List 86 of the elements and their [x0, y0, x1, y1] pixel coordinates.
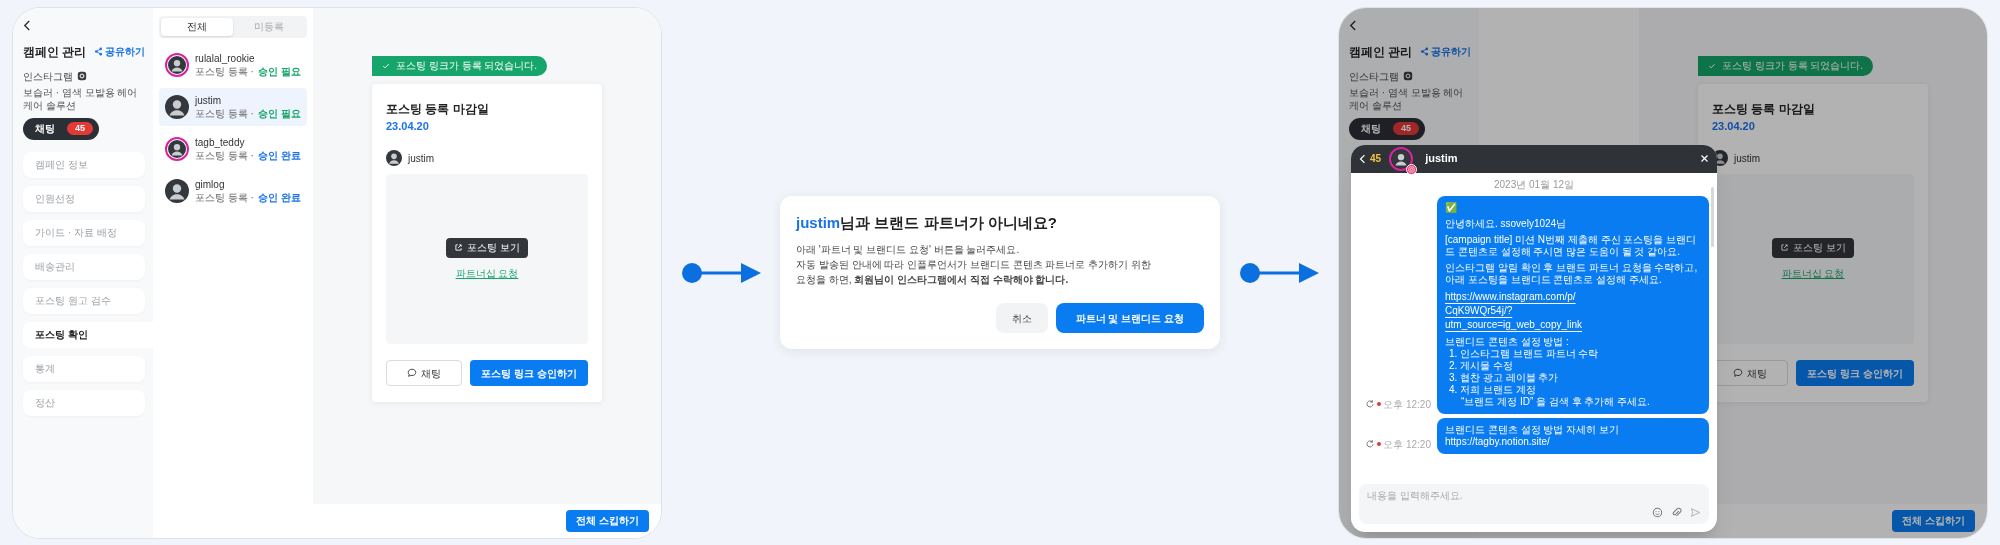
toast-message: 포스팅 링크가 등록 되었습니다.: [1722, 59, 1864, 73]
influencer-name: tagb_teddy: [195, 135, 246, 149]
user-name: justim: [408, 151, 435, 166]
back-button[interactable]: 45: [1359, 151, 1382, 166]
card-title: 포스팅 등록 마감일: [1712, 100, 1816, 118]
page-title: 캠페인 관리: [1349, 43, 1413, 61]
avatar: [1389, 146, 1414, 171]
camera-icon: [77, 71, 87, 81]
tab[interactable]: 전체: [161, 17, 233, 36]
approve-button[interactable]: 포스팅 링크 승인하기: [1796, 360, 1914, 386]
partnership-link[interactable]: 파트너십 요청: [1781, 265, 1845, 281]
influencer-name: justim: [195, 93, 223, 107]
platform-label: 인스타그램: [23, 69, 73, 84]
status-text: 포스팅 등록 · 승인 완료: [195, 148, 301, 162]
influencer-name: rulalal_rookie: [195, 51, 256, 65]
message-time: 오후 12:20: [1383, 397, 1431, 412]
paperclip-icon[interactable]: [1671, 506, 1682, 518]
chat-icon[interactable]: [407, 368, 417, 378]
status-text: 포스팅 등록 · 승인 완료: [195, 190, 301, 204]
message-time: 오후 12:20: [1383, 437, 1431, 452]
campaign-name: 보습러 · 염색 모발용 헤어 케어 솔루션: [1349, 85, 1465, 112]
count-badge: 45: [1393, 122, 1419, 135]
status-text: 포스팅 등록 · 승인 필요: [195, 106, 301, 120]
nav-item[interactable]: 가이드 · 자료 배정: [23, 219, 145, 246]
toast-message: 포스팅 링크가 등록 되었습니다.: [396, 59, 538, 73]
share-icon[interactable]: [1420, 47, 1429, 56]
chat-button[interactable]: 채팅 45: [1349, 117, 1425, 140]
share-icon[interactable]: [94, 47, 103, 56]
nav-item[interactable]: 배송관리: [23, 253, 145, 280]
scroll-thumb[interactable]: [1711, 186, 1714, 247]
skip-all-button[interactable]: 전체 스킵하기: [566, 509, 649, 532]
external-link-icon[interactable]: [1780, 243, 1790, 252]
view-post-button[interactable]: 포스팅 보기: [446, 237, 528, 258]
chat-button[interactable]: 채팅: [386, 360, 462, 386]
nav-item[interactable]: 포스팅 확인: [23, 321, 153, 348]
dialog-title: justim님과 브랜드 파트너가 아니네요?: [796, 212, 1058, 233]
view-post-button[interactable]: 포스팅 보기: [1772, 237, 1854, 258]
share-link[interactable]: 공유하기: [1420, 44, 1471, 59]
chat-button[interactable]: 채팅 45: [23, 117, 99, 140]
share-link[interactable]: 공유하기: [94, 44, 145, 59]
approve-button[interactable]: 포스팅 링크 승인하기: [470, 360, 588, 386]
retry-icon[interactable]: [1365, 399, 1376, 409]
confirm-button[interactable]: 파트너 및 브랜디드 요청: [1055, 303, 1204, 334]
nav-item[interactable]: 통계: [23, 355, 145, 382]
back-icon[interactable]: [23, 19, 31, 31]
back-icon[interactable]: [1349, 19, 1357, 31]
close-icon[interactable]: [1700, 154, 1709, 163]
tab[interactable]: 미등록: [233, 17, 305, 36]
nav-item[interactable]: 인원선정: [23, 185, 145, 212]
message-text: 안녕하세요. ssovely1024님: [1445, 217, 1568, 230]
date-label: 2023년 01월 12일: [1492, 177, 1576, 192]
message-input[interactable]: 내용을 입력해주세요.: [1359, 483, 1709, 524]
external-link-icon[interactable]: [454, 243, 464, 252]
avatar: [386, 150, 402, 166]
campaign-name: 보습러 · 염색 모발용 헤어 케어 솔루션: [23, 85, 139, 112]
camera-badge-icon: [1406, 163, 1418, 175]
influencer-name: gimlog: [195, 177, 226, 191]
user-name: justim: [1734, 151, 1761, 166]
camera-icon: [1403, 71, 1413, 81]
card-title: 포스팅 등록 마감일: [386, 100, 490, 118]
chat-title: justim: [1425, 151, 1459, 167]
message-text: ✅: [1445, 201, 1458, 214]
message-text: [campaign title] 미션 N번째 제출해 주신 포스팅을 브랜디드 콘텐츠로 설정해 주시면 많은 도움이 될 것 같아요.: [1445, 233, 1698, 258]
chat-icon[interactable]: [1733, 368, 1743, 378]
deadline-date: 23.04.20: [386, 118, 430, 134]
check-icon: [1708, 61, 1716, 70]
retry-icon[interactable]: [1365, 439, 1376, 449]
deadline-date: 23.04.20: [1712, 118, 1756, 134]
partnership-link[interactable]: 파트너십 요청: [455, 265, 519, 281]
page-title: 캠페인 관리: [23, 43, 87, 61]
influencer-row[interactable]: justim 포스팅 등록 · 승인 필요: [159, 87, 307, 126]
smile-icon[interactable]: [1652, 506, 1663, 518]
nav-item[interactable]: 캠페인 정보: [23, 151, 145, 178]
status-text: 포스팅 등록 · 승인 필요: [195, 64, 301, 78]
message-text: 브랜디드 콘텐츠 설정 방법 : 1. 인스타그램 브랜드 파트너 수락 2. 게시물 수정 3. 협찬 광고 레이블 추가 4. 저희 브랜드 계정 “브랜드 계정 ID” 을 검색 후 추가해 주세요.: [1445, 335, 1651, 408]
check-icon: [382, 61, 390, 70]
cancel-button[interactable]: 취소: [995, 303, 1048, 334]
nav-item[interactable]: 정산: [23, 389, 145, 416]
skip-all-button[interactable]: 전체 스킵하기: [1892, 509, 1975, 532]
message-link[interactable]: https://www.instagram.com/p/ CqK9WQr54j/? utm_source=ig_web_copy_link: [1445, 289, 1701, 332]
message-text: 인스타그램 알림 확인 후 브랜드 파트너 요청을 수락하고, 아래 포스팅을 브랜디드 콘텐츠로 설정해 주세요.: [1445, 261, 1699, 286]
dialog-message: 아래 '파트너 및 브랜디드 요청' 버튼을 눌러주세요. 자동 발송된 안내에 따라 인플루언서가 브랜디드 콘텐츠 파트너로 추가하기 위한 요청을 하면, 회원님이 인스타그램에서 직접 수락해야 합니다.: [796, 243, 1152, 288]
message-text: 브랜디드 콘텐츠 설정 방법 자세히 보기 https://tagby.notion.site/: [1445, 423, 1620, 448]
platform-label: 인스타그램: [1349, 69, 1399, 84]
count-badge: 45: [67, 122, 93, 135]
nav-item[interactable]: 포스팅 원고 검수: [23, 287, 145, 314]
